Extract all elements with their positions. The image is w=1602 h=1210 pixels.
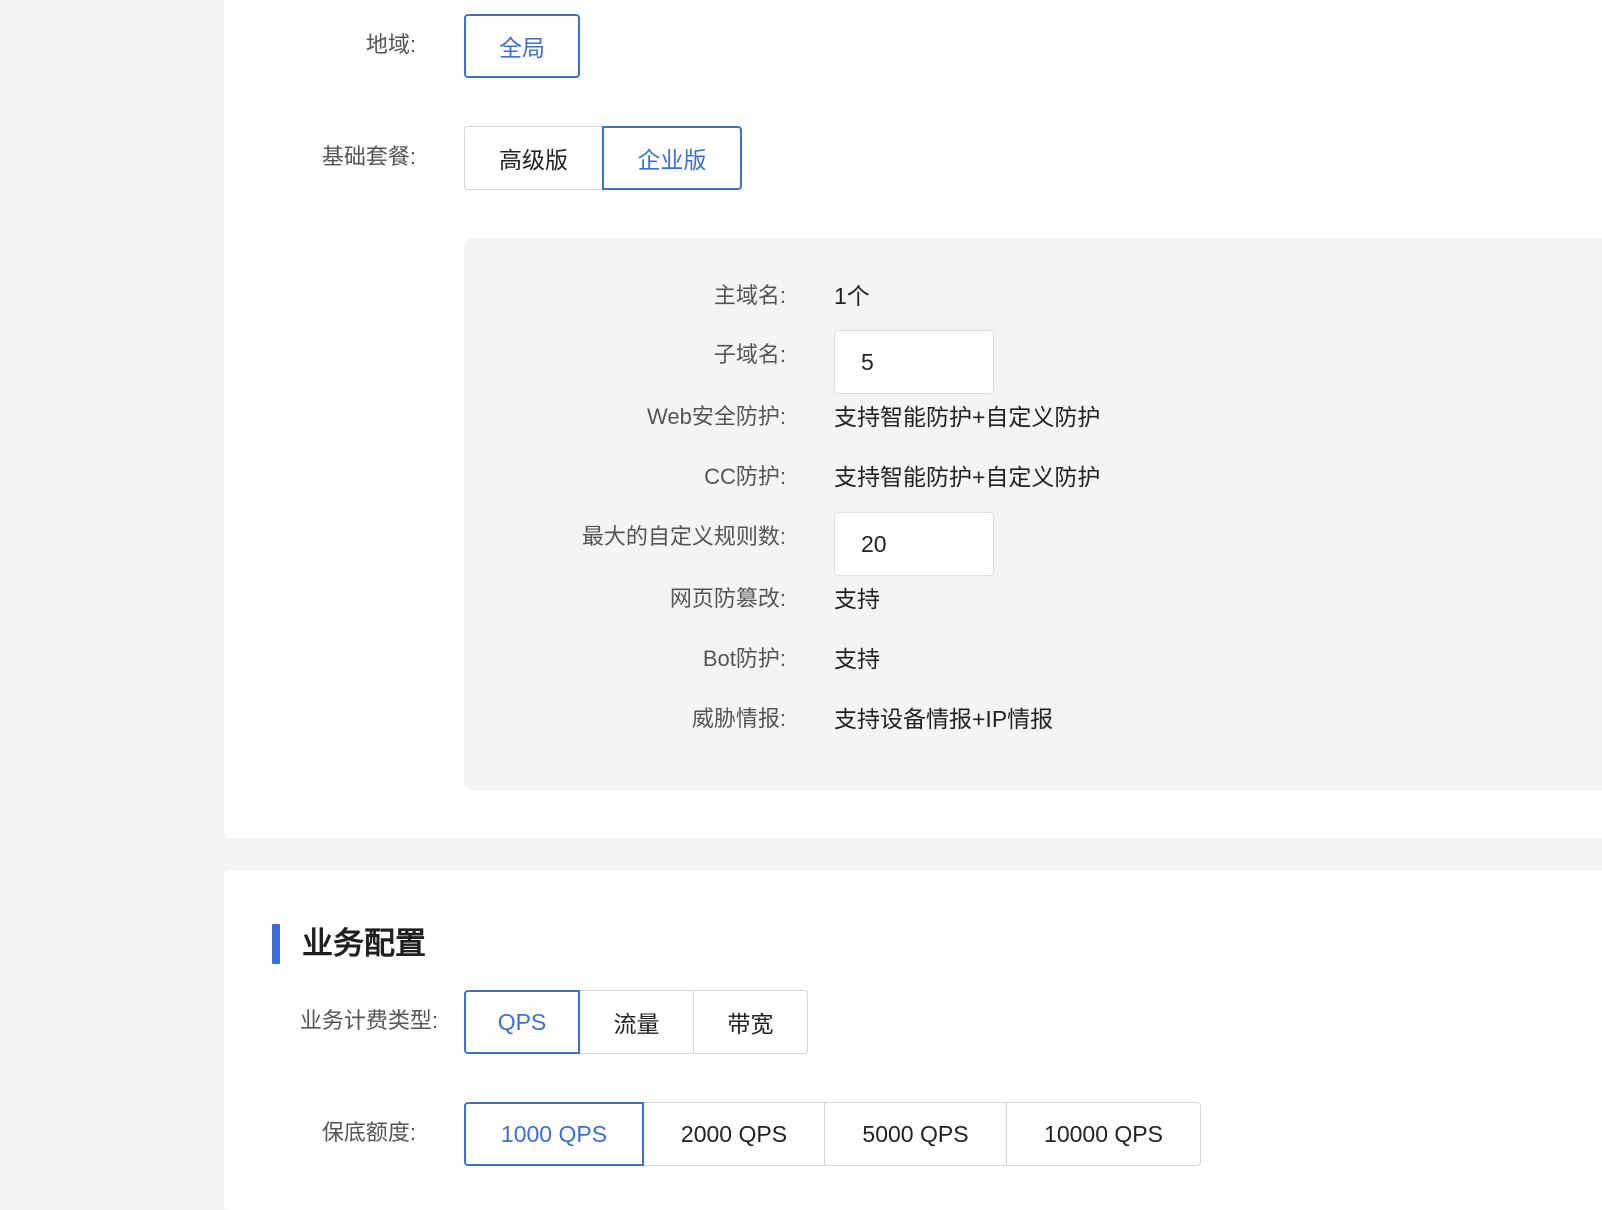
- section-accent-bar: [272, 924, 280, 964]
- threat-intel-label: 威胁情报:: [691, 706, 786, 731]
- base-package-label: 基础套餐:: [321, 144, 416, 169]
- quota-option-5000[interactable]: 5000 QPS: [824, 1102, 1007, 1166]
- region-selector: 全局: [464, 14, 580, 78]
- billing-type-selector: QPS 流量 带宽: [464, 990, 808, 1054]
- guaranteed-quota-selector: 1000 QPS 2000 QPS 5000 QPS 10000 QPS: [464, 1102, 1201, 1166]
- package-option-advanced[interactable]: 高级版: [464, 126, 603, 190]
- cc-protection-label: CC防护:: [704, 464, 786, 489]
- bot-protection-label: Bot防护:: [702, 646, 786, 671]
- billing-option-traffic[interactable]: 流量: [579, 990, 694, 1054]
- billing-option-bandwidth[interactable]: 带宽: [693, 990, 808, 1054]
- main-domain-value: 1个: [834, 283, 870, 309]
- cc-protection-value: 支持智能防护+自定义防护: [834, 464, 1101, 490]
- web-protection-value: 支持智能防护+自定义防护: [834, 404, 1101, 430]
- sub-domain-label: 子域名:: [713, 342, 786, 367]
- sub-domain-input[interactable]: [834, 330, 994, 394]
- web-protection-label: Web安全防护:: [647, 404, 786, 429]
- quota-option-2000[interactable]: 2000 QPS: [643, 1102, 825, 1166]
- tamper-protection-label: 网页防篡改:: [669, 586, 786, 611]
- max-custom-rules-label: 最大的自定义规则数:: [581, 524, 786, 549]
- guaranteed-quota-label: 保底额度:: [321, 1120, 416, 1145]
- section-title: 业务配置: [302, 926, 426, 961]
- billing-type-label: 业务计费类型:: [299, 1008, 438, 1033]
- threat-intel-value: 支持设备情报+IP情报: [834, 706, 1054, 732]
- package-details-panel: 主域名: 1个 子域名: Web安全防护: 支持智能防护+自定义防护 CC防护:…: [464, 238, 1602, 790]
- base-package-selector: 高级版 企业版: [464, 126, 742, 190]
- quota-option-1000[interactable]: 1000 QPS: [464, 1102, 644, 1166]
- quota-option-10000[interactable]: 10000 QPS: [1006, 1102, 1201, 1166]
- main-domain-label: 主域名:: [713, 283, 786, 308]
- region-label: 地域:: [365, 32, 416, 57]
- tamper-protection-value: 支持: [834, 586, 880, 612]
- region-option-global[interactable]: 全局: [464, 14, 580, 78]
- max-custom-rules-input[interactable]: [834, 512, 994, 576]
- bot-protection-value: 支持: [834, 646, 880, 672]
- package-option-enterprise[interactable]: 企业版: [602, 126, 742, 190]
- billing-option-qps[interactable]: QPS: [464, 990, 580, 1054]
